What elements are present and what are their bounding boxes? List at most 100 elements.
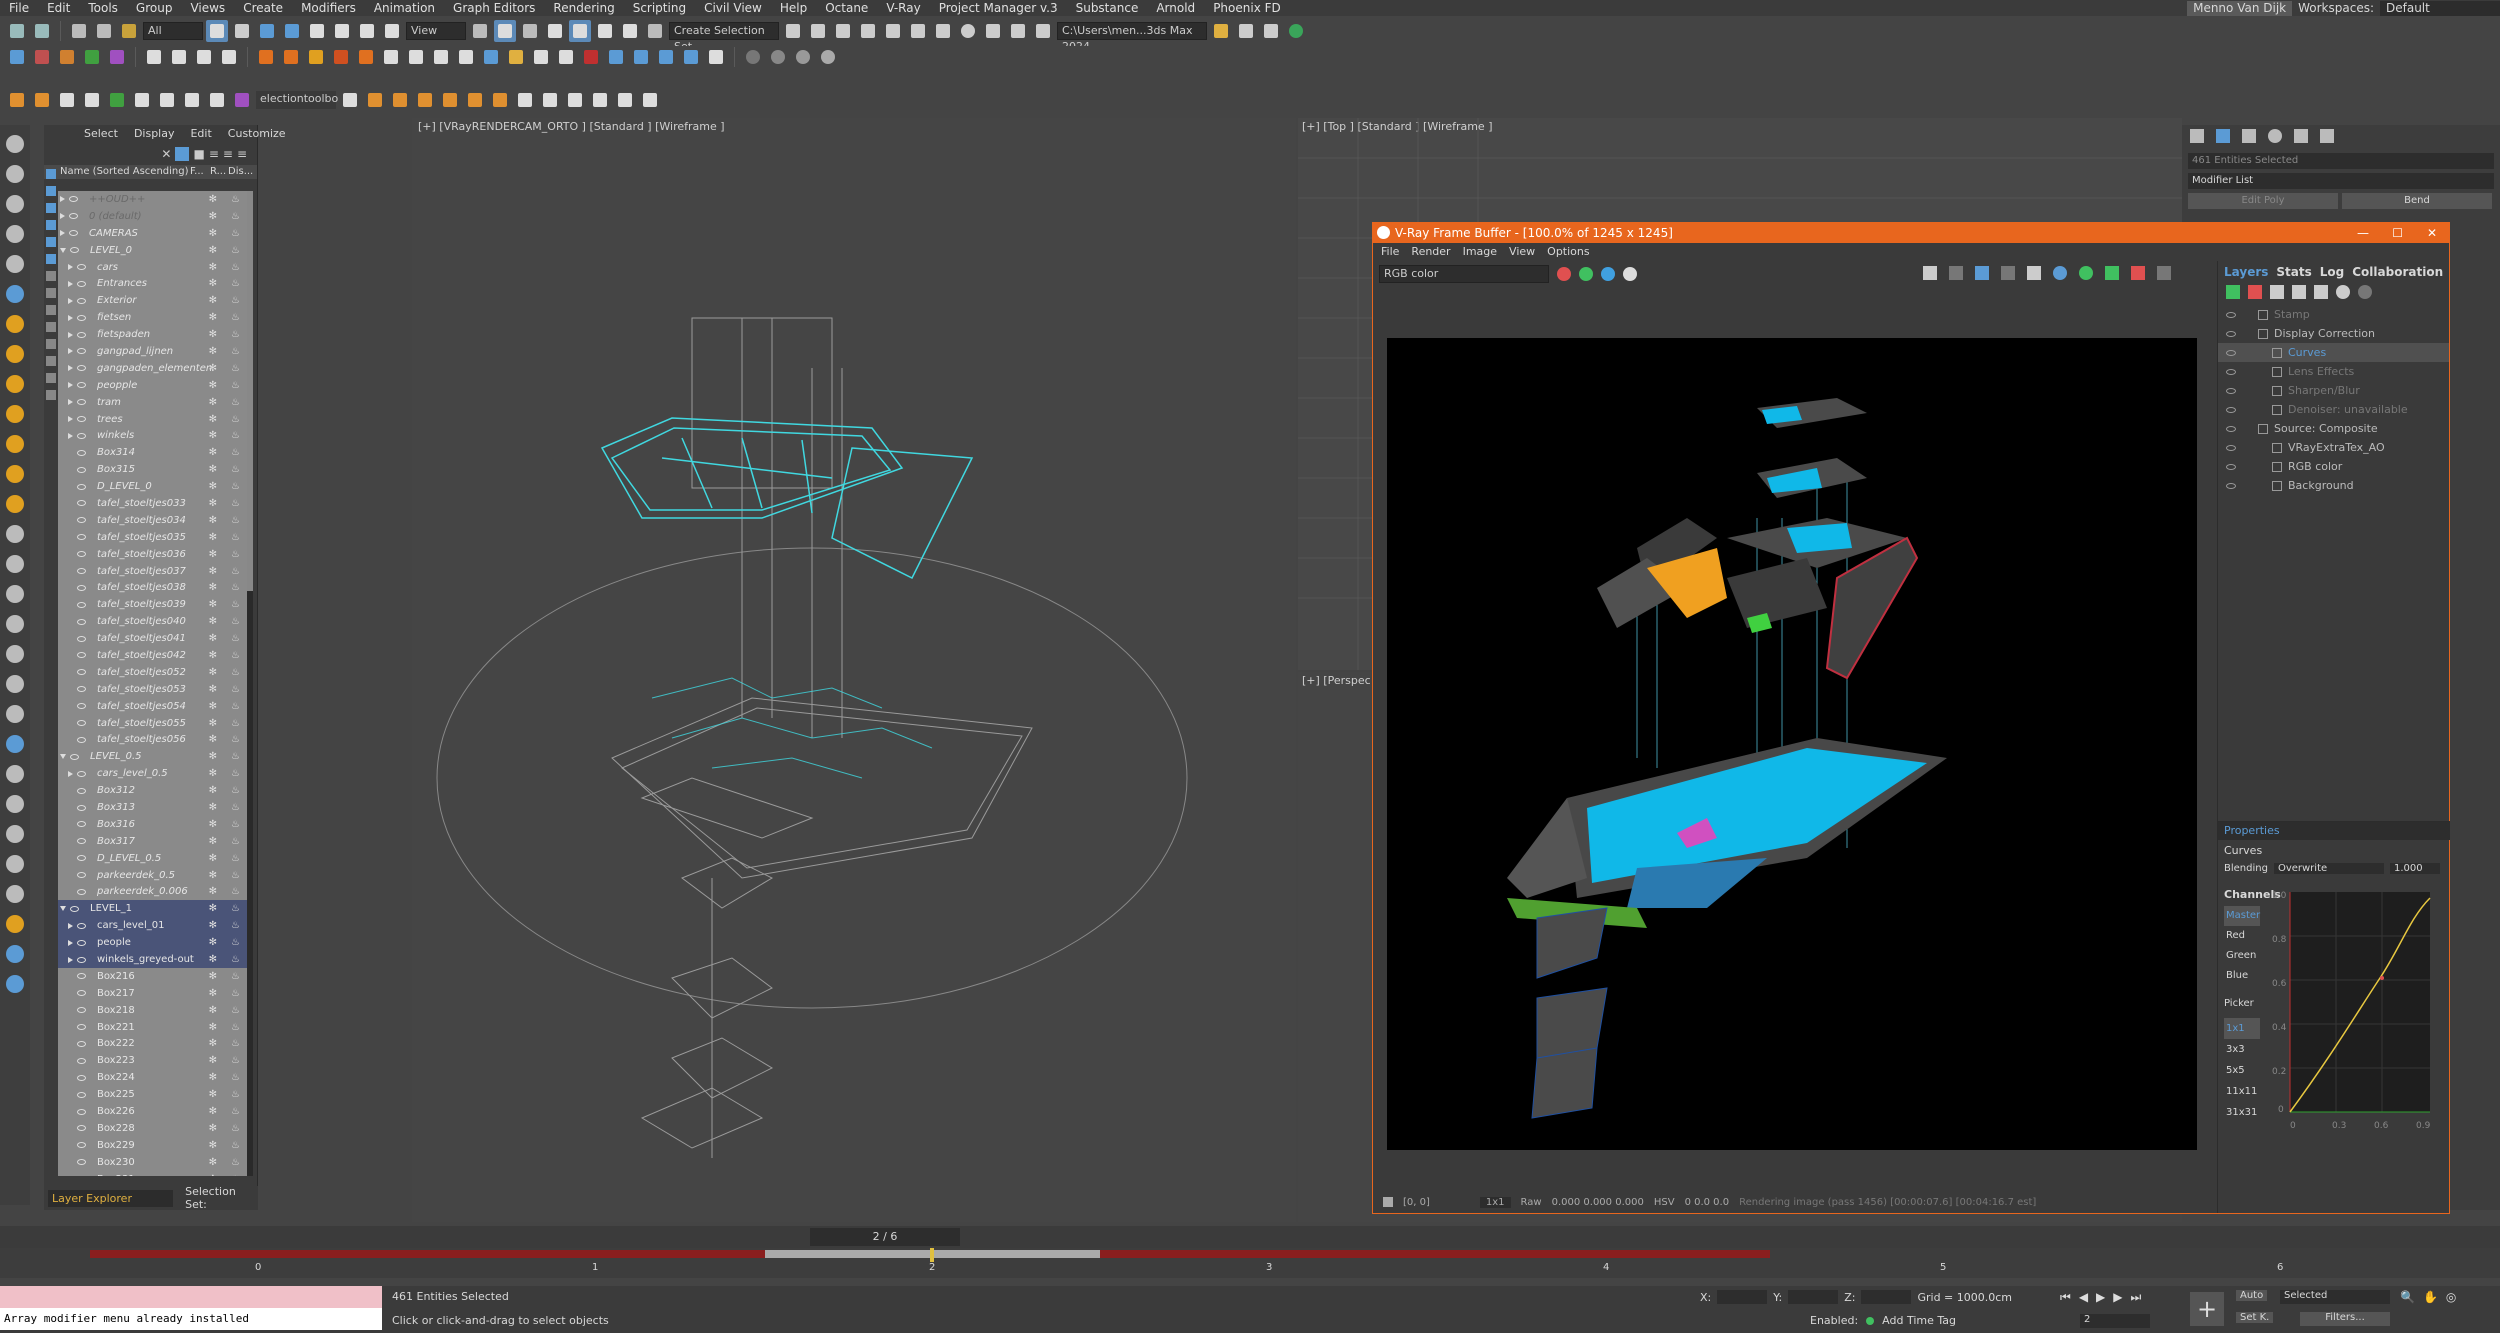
delete-layer-icon[interactable] (2248, 285, 2262, 299)
scrollbar[interactable] (247, 191, 253, 1176)
script-tool-icon[interactable] (414, 89, 436, 111)
layer-row[interactable]: Box229 ✻ ♨ (58, 1137, 248, 1154)
layers-icon[interactable]: ≡ (209, 147, 219, 161)
menu-item[interactable]: Civil View (695, 0, 771, 16)
green-channel-icon[interactable] (1579, 267, 1593, 281)
explorer-filter-icon[interactable] (46, 203, 56, 213)
prev-frame-icon[interactable]: ◀ (2079, 1290, 2088, 1305)
render-teapot-icon[interactable]: ♨ (231, 684, 240, 695)
freeze-icon[interactable]: ✻ (209, 380, 217, 391)
pin-icon[interactable] (1383, 1197, 1393, 1207)
visibility-eye-icon[interactable] (77, 939, 86, 946)
stop-icon[interactable] (193, 46, 215, 68)
named-selection-dropdown[interactable]: Create Selection Set (669, 22, 779, 53)
freeze-icon[interactable]: ✻ (209, 751, 217, 762)
render-teapot-icon[interactable]: ♨ (231, 481, 240, 492)
vray-tool-icon[interactable] (405, 46, 427, 68)
vfb-layer-row[interactable]: Denoiser: unavailable (2218, 400, 2449, 419)
track-bar[interactable]: 0 1 2 3 4 5 6 (0, 1248, 2500, 1278)
expand-arrow-icon[interactable] (68, 314, 73, 321)
save-image-icon[interactable] (1923, 266, 1937, 280)
script-tool-icon[interactable] (364, 89, 386, 111)
create-tool-icon[interactable] (6, 225, 24, 243)
clear-icon[interactable] (1949, 266, 1963, 280)
modifier-list-dropdown[interactable]: Modifier List (2188, 173, 2494, 189)
sphere-icon[interactable] (742, 46, 764, 68)
freeze-icon[interactable]: ✻ (209, 1072, 217, 1083)
visibility-eye-icon[interactable] (77, 534, 86, 541)
freeze-icon[interactable]: ✻ (209, 1106, 217, 1117)
expand-arrow-icon[interactable] (60, 196, 65, 203)
create-tool-icon[interactable] (6, 255, 24, 273)
visibility-eye-icon[interactable] (77, 635, 86, 642)
toggle-layer-explorer-icon[interactable] (857, 20, 879, 42)
region-render-icon[interactable] (1975, 266, 1989, 280)
expand-arrow-icon[interactable] (68, 264, 73, 270)
menu-item[interactable]: Arnold (1147, 0, 1204, 16)
expand-arrow-icon[interactable] (68, 331, 73, 338)
freeze-icon[interactable]: ✻ (209, 886, 217, 897)
render-teapot-icon[interactable]: ♨ (231, 515, 240, 526)
freeze-icon[interactable]: ✻ (209, 1055, 217, 1066)
layer-visibility-icon[interactable] (2226, 444, 2236, 451)
move-icon[interactable] (306, 20, 328, 42)
script-tool-icon[interactable] (231, 89, 253, 111)
visibility-eye-icon[interactable] (77, 314, 86, 321)
script-tool-icon[interactable] (539, 89, 561, 111)
freeze-icon[interactable]: ✻ (209, 245, 217, 256)
bend-button[interactable]: Bend (2342, 193, 2492, 209)
layer-row[interactable]: fietspaden ✻ ♨ (58, 326, 248, 343)
mirror-icon[interactable] (782, 20, 804, 42)
layer-row[interactable]: Box217 ✻ ♨ (58, 985, 248, 1002)
visibility-eye-icon[interactable] (77, 838, 86, 845)
layer-row[interactable]: Box317 ✻ ♨ (58, 833, 248, 850)
create-tool-icon[interactable] (6, 285, 24, 303)
project-folder-icon[interactable] (1210, 20, 1232, 42)
layer-row[interactable]: Box312 ✻ ♨ (58, 782, 248, 799)
visibility-eye-icon[interactable] (77, 449, 86, 456)
render-teapot-icon[interactable]: ♨ (231, 802, 240, 813)
layer-row[interactable]: gangpad_lijnen ✻ ♨ (58, 343, 248, 360)
explorer-filter-icon[interactable] (46, 237, 56, 247)
layer-row[interactable]: tafel_stoeltjes042 ✻ ♨ (58, 647, 248, 664)
layers-icon[interactable]: ≡ (237, 147, 247, 161)
layer-visibility-icon[interactable] (2226, 311, 2236, 318)
freeze-icon[interactable]: ✻ (209, 937, 217, 948)
sphere-icon[interactable] (767, 46, 789, 68)
user-account[interactable]: Menno Van Dijk (2187, 0, 2293, 16)
freeze-icon[interactable]: ✻ (209, 853, 217, 864)
layer-row[interactable]: Box313 ✻ ♨ (58, 799, 248, 816)
set-key-button[interactable]: Set K. (2236, 1312, 2274, 1323)
frame-indicator[interactable]: 2 / 6 (810, 1228, 960, 1246)
column-header[interactable]: Dis... (228, 165, 253, 179)
time-cursor[interactable] (930, 1248, 934, 1262)
ribbon-tool-icon[interactable] (6, 46, 28, 68)
render-teapot-icon[interactable]: ♨ (231, 1174, 240, 1176)
menu-item[interactable]: Rendering (544, 0, 623, 16)
explorer-filter-icon[interactable] (46, 271, 56, 281)
freeze-icon[interactable]: ✻ (209, 785, 217, 796)
explorer-filter-icon[interactable] (46, 254, 56, 264)
unlink-icon[interactable] (93, 20, 115, 42)
create-tool-icon[interactable] (6, 495, 24, 513)
render-teapot-icon[interactable]: ♨ (231, 582, 240, 593)
layer-row[interactable]: cars_level_01 ✻ ♨ (58, 917, 248, 935)
render-teapot-icon[interactable]: ♨ (231, 1106, 240, 1117)
freeze-icon[interactable]: ✻ (209, 616, 217, 627)
placement-icon[interactable] (381, 20, 403, 42)
freeze-icon[interactable]: ✻ (209, 329, 217, 340)
goto-end-icon[interactable]: ⏭ (2131, 1290, 2142, 1305)
project-tools-icon[interactable] (1235, 20, 1257, 42)
menu-item[interactable]: Tools (79, 0, 127, 16)
menu-item[interactable]: Modifiers (292, 0, 365, 16)
freeze-icon[interactable]: ✻ (209, 1140, 217, 1151)
create-tool-icon[interactable] (6, 855, 24, 873)
angle-snap-icon[interactable] (569, 20, 591, 42)
render-teapot-icon[interactable]: ♨ (231, 836, 240, 847)
enabled-dot-icon[interactable] (1866, 1316, 1875, 1325)
visibility-eye-icon[interactable] (77, 466, 86, 473)
vfb-menu-item[interactable]: File (1381, 243, 1399, 261)
script-tool-icon[interactable] (106, 89, 128, 111)
snaps-toggle-icon[interactable] (544, 20, 566, 42)
visibility-eye-icon[interactable] (70, 247, 79, 254)
